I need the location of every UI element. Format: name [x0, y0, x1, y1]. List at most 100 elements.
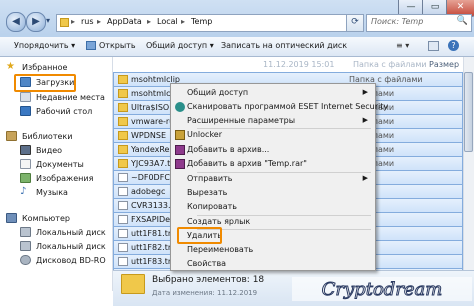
context-menu-item[interactable]: Свойства: [171, 258, 373, 271]
libraries-icon: [6, 131, 17, 141]
search-placeholder: Поиск: Temp: [371, 17, 424, 26]
sidebar-label: Недавние места: [36, 93, 105, 102]
preview-pane-icon[interactable]: [428, 41, 439, 51]
refresh-button[interactable]: ⟳: [346, 14, 364, 32]
scrollbar-thumb[interactable]: [464, 72, 473, 152]
file-icon: [118, 243, 128, 252]
star-icon: ★: [6, 61, 15, 72]
sidebar-label: Изображения: [36, 174, 94, 183]
file-icon: [118, 173, 128, 182]
context-menu-item[interactable]: Добавить в архив...: [171, 144, 373, 157]
folder-icon: [118, 145, 128, 154]
folder-icon: [118, 103, 128, 112]
eset-icon: [175, 102, 185, 112]
downloads-highlight: [14, 74, 76, 92]
address-bar[interactable]: ▸ rus ▸ AppData ▸ Local ▸ Temp: [56, 14, 348, 32]
dvd-drive-icon: [20, 255, 31, 265]
breadcrumb-temp[interactable]: Temp: [191, 17, 212, 26]
share-button[interactable]: Общий доступ ▾: [146, 41, 214, 50]
history-dropdown[interactable]: ▾: [46, 16, 50, 25]
view-options-icon[interactable]: ≡ ▾: [396, 41, 409, 50]
burn-button[interactable]: Записать на оптический диск: [221, 41, 347, 50]
submenu-arrow-icon: ▶: [362, 174, 368, 182]
selected-count: Выбрано элементов: 18: [152, 275, 265, 285]
folder-icon: [118, 131, 128, 140]
archive-icon: [175, 159, 185, 169]
breadcrumb-separator: ▸: [181, 17, 186, 26]
svg-text:Cryptodream: Cryptodream: [322, 279, 443, 300]
search-icon[interactable]: 🔍: [457, 16, 468, 26]
breadcrumb-separator: ▸: [71, 17, 76, 26]
submenu-arrow-icon: ▶: [362, 88, 368, 96]
breadcrumb-separator: ▸: [147, 17, 152, 26]
file-icon: [118, 257, 128, 266]
help-icon[interactable]: ?: [448, 40, 459, 51]
search-input[interactable]: Поиск: Temp 🔍: [366, 14, 472, 32]
breadcrumb-rus[interactable]: rus: [81, 17, 94, 26]
context-menu-label: Свойства: [187, 259, 227, 268]
context-menu-item[interactable]: Расширенные параметры ▶: [171, 115, 373, 128]
organize-button[interactable]: Упорядочить ▾: [14, 41, 75, 50]
file-name: adobegc: [131, 187, 166, 196]
delete-highlight: [177, 227, 222, 244]
menu-separator: [197, 215, 371, 216]
type-column-partial: Папка с файлами: [353, 60, 427, 69]
selected-date: Дата изменения: 11.12.2019: [152, 289, 258, 297]
context-menu-item[interactable]: Отправить ▶: [171, 173, 373, 186]
sidebar-label: Документы: [36, 160, 84, 169]
context-menu-label: Создать ярлык: [187, 217, 251, 226]
folder-icon: [118, 117, 128, 126]
sidebar-label: Локальный диск: [36, 242, 106, 251]
context-menu-item[interactable]: Переименовать: [171, 244, 373, 257]
folder-icon: [118, 159, 128, 168]
disk-icon: [20, 241, 31, 251]
folder-icon: [60, 18, 69, 27]
breadcrumb-local[interactable]: Local: [157, 17, 178, 26]
context-menu-label: Переименовать: [187, 245, 254, 254]
sidebar-label: Компьютер: [22, 214, 70, 223]
back-button[interactable]: ◀: [6, 12, 26, 32]
archive-icon: [175, 145, 185, 155]
context-menu-item[interactable]: Общий доступ ▶: [171, 87, 373, 100]
breadcrumb-appdata[interactable]: AppData: [107, 17, 142, 26]
sidebar-label: Рабочий стол: [36, 107, 93, 116]
context-menu-item[interactable]: Unlocker: [171, 129, 373, 142]
sidebar-label: Музыка: [36, 188, 68, 197]
context-menu-label: Общий доступ: [187, 88, 249, 97]
video-icon: [20, 145, 31, 155]
context-menu-label: Отправить: [187, 174, 233, 183]
column-header: 11.12.2019 15:01 Папка с файлами Размер: [113, 57, 463, 73]
sidebar-label: Видео: [36, 146, 63, 155]
context-menu-item[interactable]: Копировать: [171, 201, 373, 214]
menu-separator: [197, 229, 371, 230]
desktop-icon: [20, 106, 31, 116]
documents-icon: [20, 159, 31, 169]
cryptodream-watermark: Cryptodream: [292, 277, 472, 301]
submenu-arrow-icon: ▶: [362, 116, 368, 124]
context-menu-item[interactable]: Сканировать программой ESET Internet Sec…: [171, 101, 388, 114]
open-icon: [86, 41, 96, 50]
images-icon: [20, 173, 31, 183]
toolbar: Упорядочить ▾ Открыть Общий доступ ▾ Зап…: [0, 37, 474, 57]
sidebar-label: Дисковод BD-RO: [36, 256, 106, 265]
context-menu-label: Добавить в архив "Temp.rar": [187, 159, 307, 168]
recent-places-icon: [20, 92, 31, 102]
sidebar-label: Избранное: [22, 63, 68, 72]
context-menu-label: Вырезать: [187, 188, 228, 197]
file-icon: [118, 215, 128, 224]
size-column-header[interactable]: Размер: [429, 60, 459, 69]
context-menu-label: Копировать: [187, 202, 237, 211]
sidebar-label: Библиотеки: [22, 132, 73, 141]
context-menu-item[interactable]: Добавить в архив "Temp.rar": [171, 158, 373, 171]
forward-button[interactable]: ▶: [26, 12, 46, 32]
sidebar-label: Локальный диск: [36, 228, 106, 237]
open-button[interactable]: Открыть: [99, 41, 136, 50]
file-name: Ultra$ISO: [131, 103, 170, 112]
file-icon: [118, 201, 128, 210]
breadcrumb-separator: ▸: [97, 17, 102, 26]
context-menu-label: Сканировать программой ESET Internet Sec…: [187, 102, 389, 111]
context-menu-item[interactable]: Вырезать: [171, 187, 373, 200]
file-name: ~DF0DFC2: [131, 173, 175, 182]
file-icon: [118, 187, 128, 196]
folder-icon: [118, 75, 128, 84]
